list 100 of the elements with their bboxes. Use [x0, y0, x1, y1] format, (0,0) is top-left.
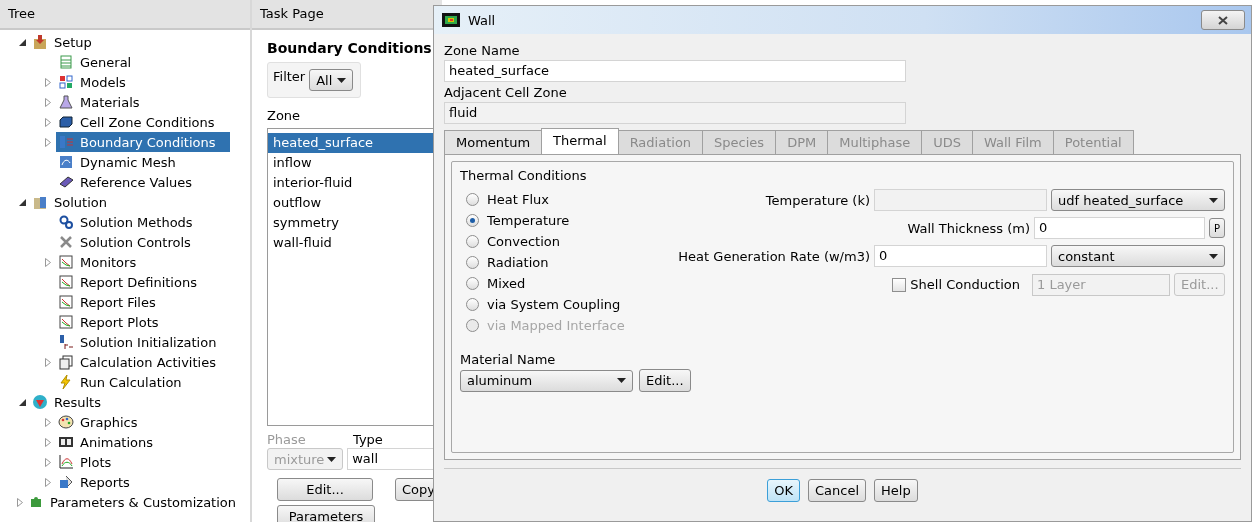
radio-option[interactable]: Convection [460, 231, 679, 252]
caret-icon [1209, 253, 1218, 259]
tree-item[interactable]: Reference Values [56, 172, 207, 192]
collapse-arrow-icon[interactable] [18, 198, 26, 206]
tree-item[interactable]: Models [56, 72, 140, 92]
expand-arrow-icon[interactable] [45, 477, 51, 487]
tree-item[interactable]: Solution Methods [56, 212, 207, 232]
flask-icon [58, 94, 74, 110]
palette-icon [58, 414, 74, 430]
expand-arrow-icon[interactable] [45, 257, 51, 267]
tree-item[interactable]: Graphics [56, 412, 152, 432]
tree-item[interactable]: Calculation Activities [56, 352, 230, 372]
adjacent-cell-zone-field: fluid [444, 102, 906, 124]
radio-option[interactable]: Mixed [460, 273, 679, 294]
tools-icon [58, 234, 74, 250]
dialog-button[interactable]: Cancel [808, 479, 867, 502]
expand-arrow-icon[interactable] [45, 97, 51, 107]
report-icon [58, 474, 74, 490]
app-icon [442, 13, 460, 27]
block-icon [58, 114, 74, 130]
initialization-icon [58, 334, 74, 350]
close-icon [1218, 15, 1228, 25]
tree-item[interactable]: Run Calculation [56, 372, 196, 392]
dialog-button[interactable]: OK [767, 479, 801, 502]
tree-item[interactable]: Materials [56, 92, 154, 112]
temperature-label: Temperature (k) [765, 192, 870, 208]
expand-arrow-icon[interactable] [45, 117, 51, 127]
material-edit-button[interactable]: Edit... [639, 369, 691, 392]
radio-button[interactable] [466, 235, 479, 248]
expand-arrow-icon[interactable] [45, 357, 51, 367]
plot-icon [58, 454, 74, 470]
tree-item[interactable]: Plots [56, 452, 126, 472]
parameters-button[interactable]: Parameters [277, 505, 375, 522]
collapse-arrow-icon[interactable] [18, 398, 26, 406]
wall-thickness-field[interactable]: 0 [1034, 217, 1205, 239]
panel-header: Tree [0, 0, 250, 30]
dialog-button[interactable]: Help [874, 479, 918, 502]
expand-arrow-icon[interactable] [45, 457, 51, 467]
checkbox[interactable] [892, 277, 907, 292]
collapse-arrow-icon[interactable] [18, 38, 26, 46]
chart-icon [58, 254, 74, 270]
radio-option[interactable]: via System Coupling [460, 294, 679, 315]
radio-button[interactable] [466, 256, 479, 269]
adjacent-cell-zone-label: Adjacent Cell Zone [444, 85, 568, 100]
film-icon [58, 434, 74, 450]
heat-generation-method-dropdown[interactable]: constant [1051, 245, 1225, 267]
lightning-icon [58, 374, 74, 390]
tree-item[interactable]: Report Files [56, 292, 170, 312]
tree-item[interactable]: Report Definitions [56, 272, 211, 292]
wall-thickness-label: Wall Thickness (m) [907, 220, 1030, 236]
heat-generation-field[interactable]: 0 [874, 245, 1047, 267]
heat-generation-label: Heat Generation Rate (w/m3) [678, 248, 870, 264]
tree-item[interactable]: Monitors [56, 252, 151, 272]
material-dropdown[interactable]: aluminum [460, 369, 633, 392]
chart-icon [58, 274, 74, 290]
tree-item[interactable]: Boundary Conditions [56, 132, 230, 152]
tree-item[interactable]: Report Plots [56, 312, 173, 332]
group-title: Thermal Conditions [460, 168, 588, 183]
temperature-method-dropdown[interactable]: udf heated_surface [1051, 189, 1225, 211]
window-title: Wall [468, 12, 496, 28]
radio-option[interactable]: Radiation [460, 252, 679, 273]
tree-item[interactable]: Solution Initialization [56, 332, 231, 352]
tab[interactable]: Thermal [541, 128, 619, 154]
tree-item[interactable]: Reports [56, 472, 144, 492]
shell-conduction-label: Shell Conduction [910, 277, 1020, 292]
filter-dropdown[interactable]: All [309, 69, 354, 91]
caret-icon [617, 378, 626, 383]
tree-item[interactable]: Parameters & Customization [26, 492, 250, 512]
filter-label: Filter [273, 69, 306, 84]
expand-arrow-icon[interactable] [45, 437, 51, 447]
chart-icon [58, 294, 74, 310]
radio-button[interactable] [466, 277, 479, 290]
temperature-field[interactable] [874, 189, 1047, 211]
tree-item[interactable]: Cell Zone Conditions [56, 112, 229, 132]
radio-button[interactable] [466, 193, 479, 206]
expand-arrow-icon[interactable] [17, 497, 24, 507]
tree-item[interactable]: Results [30, 392, 115, 412]
zone-name-field[interactable]: heated_surface [444, 60, 906, 82]
radio-option[interactable]: Heat Flux [460, 189, 679, 210]
caret-icon [327, 456, 337, 462]
chart-icon [58, 314, 74, 330]
tree-item[interactable]: Dynamic Mesh [56, 152, 190, 172]
tree-item[interactable]: Solution Controls [56, 232, 205, 252]
expand-arrow-icon[interactable] [45, 77, 51, 87]
radio-button[interactable] [466, 298, 479, 311]
boundary-icon [58, 134, 74, 150]
edit-button[interactable]: Edit... [277, 478, 373, 501]
tree-item[interactable]: Setup [30, 32, 106, 52]
caret-icon [1209, 197, 1218, 203]
radio-option[interactable]: Temperature [460, 210, 679, 231]
expand-arrow-icon[interactable] [45, 417, 51, 427]
parameter-button[interactable]: P [1209, 218, 1225, 238]
expand-arrow-icon[interactable] [45, 137, 51, 147]
caret-icon [337, 77, 347, 83]
close-button[interactable] [1201, 10, 1245, 30]
tree-item[interactable]: Solution [30, 192, 121, 212]
tree-item[interactable]: Animations [56, 432, 168, 452]
tab[interactable]: Momentum [444, 130, 543, 154]
radio-button[interactable] [466, 214, 479, 227]
tree-item[interactable]: General [56, 52, 146, 72]
